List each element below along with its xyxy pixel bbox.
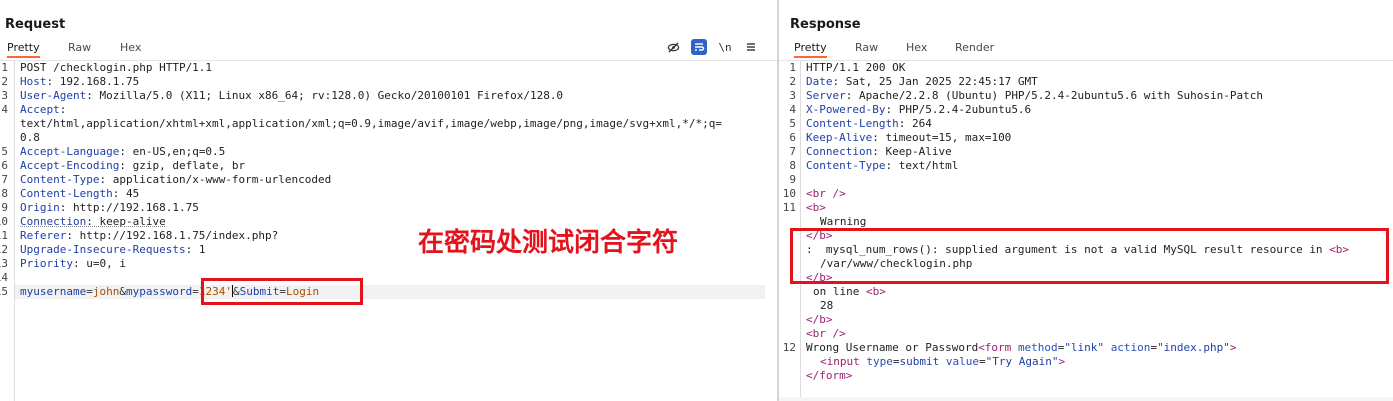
request-body-line: 15 myusername=john&mypassword=1234'&Subm… [0, 61, 777, 298]
response-pane: Response Pretty Raw Hex Render 1 HTTP/1.1… [779, 0, 1393, 401]
password-highlight-box [201, 278, 363, 305]
line-number: 11 [0, 229, 8, 242]
response-hscrollbar[interactable] [779, 397, 1393, 401]
html-tag: </form> [806, 369, 853, 382]
login-error-text: Wrong Username or Password [806, 341, 979, 354]
request-title: Request [5, 17, 66, 32]
header-key: Connection [20, 215, 87, 228]
line-number: 13 [0, 257, 8, 270]
header-key: Referer [20, 229, 67, 242]
request-tab-pretty[interactable]: Pretty [7, 40, 40, 58]
html-attr-value: "index.php" [1157, 341, 1230, 354]
header-value: : gzip, deflate, br [119, 159, 246, 172]
line-number: 12 [782, 341, 796, 354]
code-text: 0.8 [20, 131, 40, 144]
response-tab-hex[interactable]: Hex [906, 40, 927, 58]
line-number: 15 [0, 285, 8, 298]
header-key: Content-Length [20, 187, 113, 200]
line-number: 12 [0, 243, 8, 256]
html-attr-value: "link" [1064, 341, 1105, 354]
html-tag: <b> [865, 285, 886, 298]
line-number: 5 [1, 145, 8, 158]
header-value: : 45 [112, 187, 140, 200]
code-line: 0.8 [0, 131, 760, 145]
annotation-label: 在密码处测试闭合字符 [418, 228, 679, 258]
header-key: Priority [20, 257, 73, 270]
newline-icon[interactable]: \n [717, 39, 733, 55]
param-name-password: mypassword [125, 285, 193, 298]
request-tab-raw[interactable]: Raw [68, 40, 91, 58]
eye-slash-icon[interactable] [665, 39, 681, 55]
header-value: : http://192.168.1.75/index.php? [66, 229, 279, 242]
code-text: text/html,application/xhtml+xml,applicat… [20, 117, 722, 130]
header-value: : keep-alive [86, 215, 166, 228]
menu-icon[interactable] [743, 39, 759, 55]
header-value: : [59, 103, 67, 116]
html-tag: <form [978, 341, 1012, 354]
line-number: 9 [1, 201, 8, 214]
html-attr: action [1110, 341, 1151, 354]
line-number: 10 [782, 187, 796, 200]
param-name-username: myusername [20, 285, 87, 298]
header-key: Accept [20, 103, 60, 116]
html-attr-value: submit [899, 355, 940, 368]
html-tag: <br /> [806, 187, 846, 200]
header-value: : u=0, i [72, 257, 126, 270]
line-number: 14 [0, 271, 8, 284]
response-tab-pretty[interactable]: Pretty [794, 40, 827, 58]
html-attr: method [1017, 341, 1058, 354]
on-line-text: on line [813, 285, 866, 298]
header-key: Upgrade-Insecure-Requests [20, 243, 186, 256]
warning-text: Warning [820, 215, 867, 228]
line-number: 8 [1, 187, 8, 200]
code-line: 7 Content-Type: application/x-www-form-ur… [0, 173, 760, 187]
param-value-username: john [92, 285, 120, 298]
header-value: : application/x-www-form-urlencoded [99, 173, 332, 186]
line-number: 4 [1, 103, 8, 116]
html-tag: <b> [806, 201, 826, 214]
error-highlight-box [790, 228, 1389, 284]
line-number: 10 [0, 215, 8, 228]
code-line: 14 [0, 271, 760, 285]
html-tag: > [1229, 341, 1237, 354]
header-value: : en-US,en;q=0.5 [119, 145, 226, 158]
code-line: text/html,application/xhtml+xml,applicat… [0, 117, 760, 131]
code-line: 5 Accept-Language: en-US,en;q=0.5 [0, 145, 760, 159]
header-key: Content-Type [20, 173, 100, 186]
html-tag: </b> [806, 313, 833, 326]
html-attr: value [945, 355, 979, 368]
header-key: Accept-Language [20, 145, 120, 158]
code-line: 6 Accept-Encoding: gzip, deflate, br [0, 159, 760, 173]
header-key: Accept-Encoding [20, 159, 120, 172]
line-number: 7 [1, 173, 8, 186]
code-line: 13 Priority: u=0, i [0, 257, 760, 271]
error-line-number: 28 [820, 299, 834, 312]
wrap-lines-icon[interactable] [691, 39, 707, 55]
response-title: Response [790, 17, 861, 32]
html-tag: > [1058, 355, 1066, 368]
html-attr-value: "Try Again" [985, 355, 1059, 368]
request-tab-hex[interactable]: Hex [120, 40, 141, 58]
header-value: : 1 [185, 243, 206, 256]
code-line: 9 Origin: http://192.168.1.75 [0, 201, 760, 215]
html-tag: <input [820, 355, 860, 368]
code-line: 4 Accept: [0, 103, 760, 117]
header-value: : http://192.168.1.75 [59, 201, 199, 214]
response-tab-render[interactable]: Render [955, 40, 994, 58]
line-number: 6 [1, 159, 8, 172]
code-line: 8 Content-Length: 45 [0, 187, 760, 201]
header-key: Origin [20, 201, 60, 214]
html-tag: <br /> [806, 327, 846, 340]
response-tab-raw[interactable]: Raw [855, 40, 878, 58]
line-number: 11 [782, 201, 796, 214]
request-pane: Request Pretty Raw Hex \n 1 POST /checklo… [0, 0, 777, 401]
html-attr: type [866, 355, 893, 368]
